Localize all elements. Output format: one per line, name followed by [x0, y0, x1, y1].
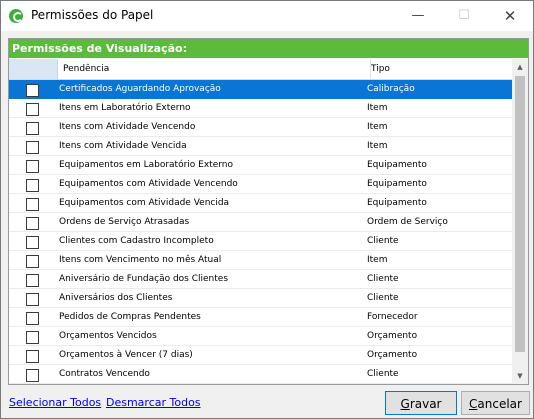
cell-pendencia: Pedidos de Compras Pendentes [59, 312, 201, 322]
table-row[interactable]: Equipamentos em Laboratório Externo Equip… [9, 156, 512, 175]
table-row[interactable]: Pedidos de Compras Pendentes Fornecedor [9, 308, 512, 327]
table-row[interactable]: Itens com Vencimento no mês Atual Item [9, 251, 512, 270]
table-row[interactable]: Aniversário de Fundação dos Clientes Clie… [9, 270, 512, 289]
scrollbar-thumb[interactable] [515, 76, 525, 352]
window-title: Permissões do Papel [31, 8, 154, 22]
table-row[interactable]: Itens em Laboratório Externo Item [9, 99, 512, 118]
row-checkbox[interactable] [26, 312, 39, 325]
cell-tipo: Item [367, 103, 388, 113]
column-header-pendencia[interactable]: Pendência [58, 59, 371, 79]
title-bar[interactable]: Permissões do Papel — ☐ ✕ [1, 1, 533, 31]
minimize-button[interactable]: — [395, 1, 441, 31]
row-checkbox[interactable] [26, 160, 39, 173]
cell-pendencia: Orçamentos Vencidos [59, 331, 157, 341]
cell-pendencia: Ordens de Serviço Atrasadas [59, 217, 190, 227]
table-row[interactable]: Itens com Atividade Vencendo Item [9, 118, 512, 137]
cell-tipo: Calibração [367, 84, 415, 94]
row-checkbox[interactable] [26, 293, 39, 306]
column-header-tipo[interactable]: Tipo [366, 59, 512, 79]
row-checkbox[interactable] [26, 217, 39, 230]
row-checkbox[interactable] [26, 198, 39, 211]
cell-tipo: Equipamento [367, 160, 427, 170]
row-checkbox[interactable] [26, 103, 39, 116]
table-row[interactable]: Ordens de Serviço Atrasadas Ordem de Serv… [9, 213, 512, 232]
panel-header: Permissões de Visualização: [9, 39, 528, 58]
cell-pendencia: Equipamentos com Atividade Vencida [59, 198, 230, 208]
dialog-window: Permissões do Papel — ☐ ✕ Permissões de … [0, 0, 534, 419]
select-all-link[interactable]: Selecionar Todos [9, 396, 101, 409]
cell-pendencia: Clientes com Cadastro Incompleto [59, 236, 214, 246]
table-row[interactable]: Equipamentos com Atividade Vencida Equipa… [9, 194, 512, 213]
maximize-button: ☐ [458, 8, 470, 23]
cell-tipo: Ordem de Serviço [367, 217, 448, 227]
save-label-rest: ravar [409, 397, 442, 411]
cell-pendencia: Aniversários dos Clientes [59, 293, 173, 303]
permissions-panel: Permissões de Visualização: Pendência Ti… [8, 38, 529, 385]
cell-tipo: Item [367, 255, 388, 265]
save-button[interactable]: Gravar [385, 391, 457, 415]
cancel-button[interactable]: Cancelar [461, 391, 530, 415]
cell-tipo: Orçamento [367, 331, 418, 341]
vertical-scrollbar[interactable]: ▲ ▼ [512, 59, 528, 384]
cell-tipo: Item [367, 141, 388, 151]
cell-tipo: Cliente [367, 274, 399, 284]
table-row[interactable]: Contratos Vencendo Cliente [9, 365, 512, 384]
cell-pendencia: Orçamentos à Vencer (7 dias) [59, 350, 193, 360]
cell-pendencia: Itens em Laboratório Externo [59, 103, 191, 113]
cancel-label-rest: ancelar [477, 397, 522, 411]
cell-tipo: Cliente [367, 293, 399, 303]
cell-pendencia: Itens com Vencimento no mês Atual [59, 255, 222, 265]
grid-header: Pendência Tipo [9, 59, 512, 80]
row-checkbox[interactable] [26, 84, 39, 97]
permissions-grid: Pendência Tipo Certificados Aguardando A… [9, 59, 512, 384]
table-row[interactable]: Aniversários dos Clientes Cliente [9, 289, 512, 308]
row-checkbox[interactable] [26, 236, 39, 249]
deselect-all-link[interactable]: Desmarcar Todos [106, 396, 201, 409]
scroll-up-arrow-icon[interactable]: ▲ [512, 59, 528, 75]
cell-pendencia: Aniversário de Fundação dos Clientes [59, 274, 229, 284]
cell-pendencia: Equipamentos em Laboratório Externo [59, 160, 233, 170]
table-row[interactable]: Certificados Aguardando Aprovação Calibra… [9, 80, 512, 99]
row-checkbox[interactable] [26, 350, 39, 363]
select-column-header[interactable] [9, 59, 58, 79]
cell-tipo: Cliente [367, 236, 399, 246]
row-checkbox[interactable] [26, 331, 39, 344]
cell-tipo: Cliente [367, 369, 399, 379]
row-checkbox[interactable] [26, 141, 39, 154]
cell-tipo: Equipamento [367, 179, 427, 189]
app-logo-icon [9, 9, 23, 23]
cell-tipo: Fornecedor [367, 312, 418, 322]
cell-pendencia: Itens com Atividade Vencendo [59, 122, 196, 132]
row-checkbox[interactable] [26, 122, 39, 135]
table-row[interactable]: Orçamentos à Vencer (7 dias) Orçamento [9, 346, 512, 365]
row-checkbox[interactable] [26, 369, 39, 382]
table-row[interactable]: Itens com Atividade Vencida Item [9, 137, 512, 156]
row-checkbox[interactable] [26, 179, 39, 192]
cell-pendencia: Equipamentos com Atividade Vencendo [59, 179, 238, 189]
table-row[interactable]: Orçamentos Vencidos Orçamento [9, 327, 512, 346]
cell-tipo: Item [367, 122, 388, 132]
close-button[interactable]: ✕ [487, 1, 533, 31]
cell-pendencia: Itens com Atividade Vencida [59, 141, 187, 151]
save-accelerator: G [400, 397, 410, 411]
cell-pendencia: Contratos Vencendo [59, 369, 150, 379]
cell-pendencia: Certificados Aguardando Aprovação [59, 84, 221, 94]
row-checkbox[interactable] [26, 255, 39, 268]
scroll-down-arrow-icon[interactable]: ▼ [512, 368, 528, 384]
cell-tipo: Equipamento [367, 198, 427, 208]
table-row[interactable]: Clientes com Cadastro Incompleto Cliente [9, 232, 512, 251]
row-checkbox[interactable] [26, 274, 39, 287]
grid-rows: Certificados Aguardando Aprovação Calibra… [9, 80, 512, 384]
cell-tipo: Orçamento [367, 350, 418, 360]
table-row[interactable]: Equipamentos com Atividade Vencendo Equip… [9, 175, 512, 194]
